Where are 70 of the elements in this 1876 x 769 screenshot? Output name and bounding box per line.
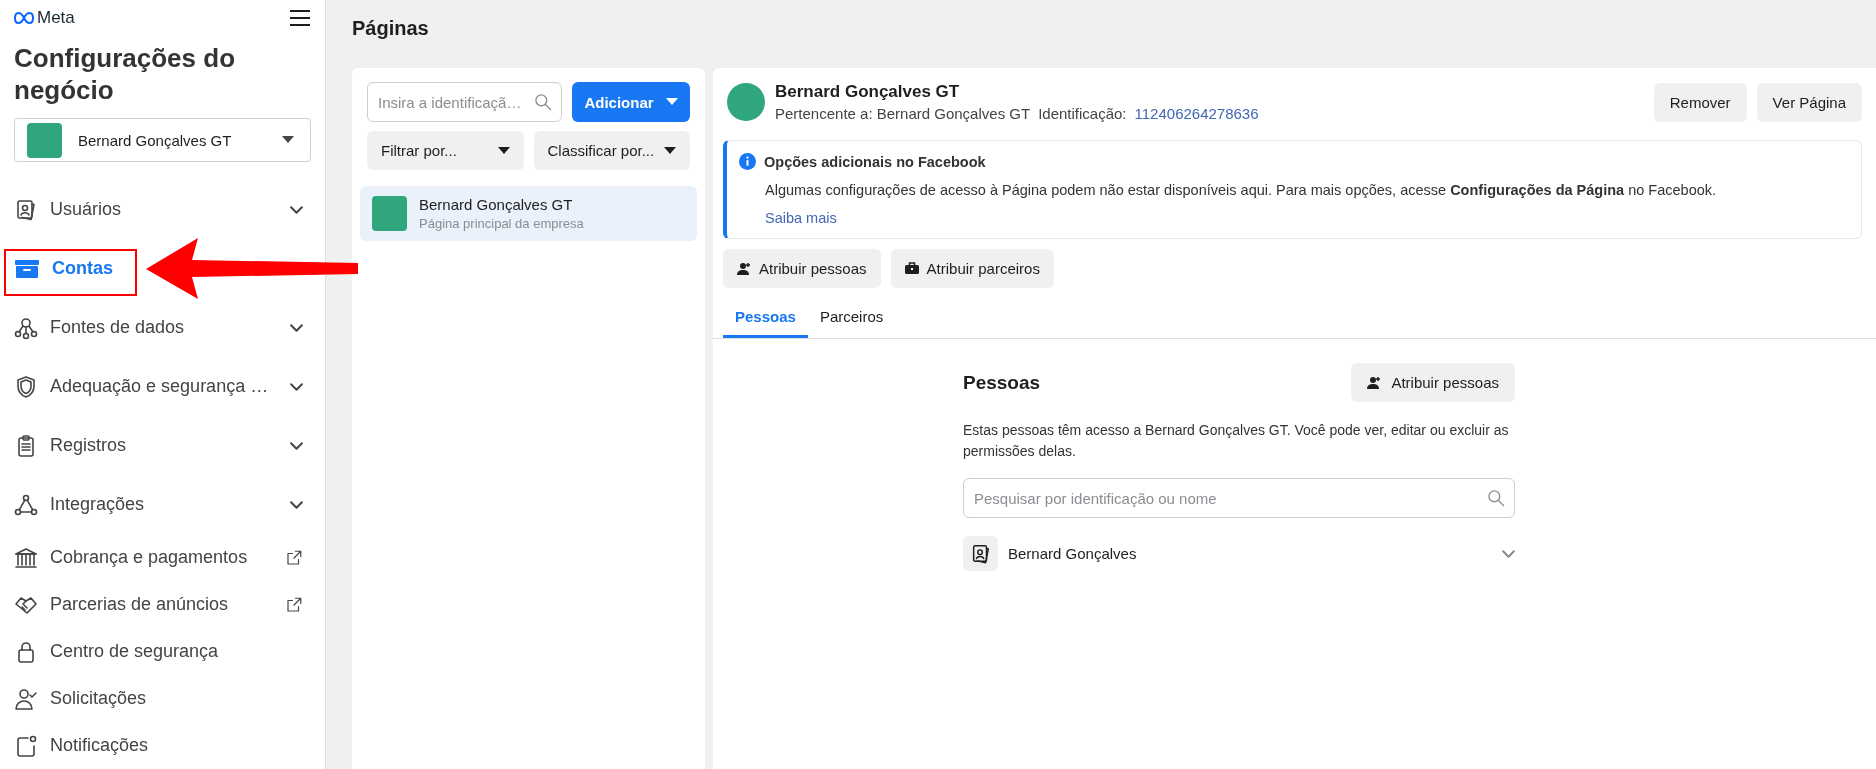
briefcase-icon [904, 262, 919, 275]
filter-dropdown[interactable]: Filtrar por... [367, 131, 524, 170]
page-name: Bernard Gonçalves GT [775, 82, 961, 102]
section-heading: Pessoas [963, 371, 1041, 394]
sort-dropdown[interactable]: Classificar por... [533, 131, 690, 170]
id-label: Identificação: [1038, 105, 1127, 122]
person-row[interactable]: Bernard Gonçalves [963, 536, 1515, 571]
page-heading: Configurações do negócio [14, 42, 236, 106]
id-link[interactable]: 112406264278636 [1134, 105, 1259, 122]
tab[interactable]: Parceiros [807, 296, 896, 338]
avatar-placeholder [372, 196, 407, 231]
header-button[interactable]: Remover [1653, 82, 1747, 122]
sidebar-item[interactable]: Solicitações [14, 675, 311, 722]
external-link-icon [285, 548, 303, 567]
sidebar-item[interactable]: Notificações [14, 722, 311, 769]
sidebar-item[interactable]: Registros [14, 416, 311, 475]
page-list-item[interactable]: Bernard Gonçalves GT Página principal da empresa [360, 186, 697, 241]
triangle-nodes-icon [14, 492, 38, 517]
learn-more-link[interactable]: Saiba mais [765, 210, 837, 226]
chevron-down-icon [290, 382, 303, 391]
nodes-icon [14, 315, 38, 340]
assign-button[interactable]: Atribuir pessoas [723, 249, 881, 288]
person-check-icon [14, 686, 38, 711]
caret-icon [282, 136, 294, 144]
shield-icon [14, 374, 38, 399]
id-card-icon [14, 197, 38, 222]
sidebar-item[interactable]: Cobrança e pagamentos [14, 534, 311, 581]
notification-square-icon [14, 733, 38, 758]
chevron-down-icon [290, 441, 303, 450]
info-icon [739, 153, 756, 170]
search-icon [533, 92, 553, 112]
section-description: Estas pessoas têm acesso a Bernard Gonçalves GT. Você pode ver, editar ou excluir as permissões delas. [963, 421, 1510, 461]
notice-title: Opções adicionais no Facebook [764, 153, 986, 170]
caret-icon [664, 146, 676, 155]
sidebar-item[interactable]: Fontes de dados [14, 298, 311, 357]
menu-icon[interactable] [289, 9, 311, 27]
tab[interactable]: Pessoas [723, 296, 808, 338]
notice-text: Algumas configurações de acesso à Página podem não estar disponíveis aqui. Para mais opções, acesse Configurações da Página no Facebook. [765, 182, 1718, 198]
header-button[interactable]: Ver Página [1756, 82, 1862, 122]
sidebar-item[interactable]: Usuários [14, 180, 311, 239]
bank-icon [14, 545, 38, 570]
search-icon [1486, 488, 1506, 508]
chevron-down-icon [1502, 549, 1515, 558]
external-link-icon [285, 595, 303, 614]
avatar-placeholder [727, 83, 765, 121]
chevron-down-icon [290, 500, 303, 509]
person-add-icon [737, 261, 751, 276]
sidebar-item[interactable]: Integrações [14, 475, 311, 534]
search-field[interactable]: Insira a identificaçã… [367, 82, 562, 122]
business-selector[interactable]: Bernard Gonçalves GT [14, 118, 311, 162]
brand-name: Meta [37, 8, 75, 28]
page-subtitle: Página principal da empresa [419, 216, 584, 231]
page-title: Páginas [352, 16, 430, 41]
assign-button[interactable]: Atribuir parceiros [890, 249, 1054, 288]
chevron-down-icon [290, 323, 303, 332]
owner-text: Pertencente a: Bernard Gonçalves GT [775, 105, 1031, 122]
sidebar-item[interactable]: Parcerias de anúncios [14, 581, 311, 628]
caret-icon [497, 146, 510, 155]
page-name: Bernard Gonçalves GT [419, 196, 574, 213]
caret-icon [665, 98, 678, 106]
add-button[interactable]: Adicionar [572, 82, 690, 122]
infinity-logo-icon [14, 12, 34, 24]
avatar-placeholder [27, 122, 62, 158]
search-field[interactable]: Pesquisar por identificação ou nome [963, 478, 1515, 518]
sidebar-item[interactable]: Adequação e segurança … [14, 357, 311, 416]
sidebar-item[interactable]: Contas [14, 239, 311, 298]
chevron-down-icon [290, 205, 303, 214]
sidebar-item[interactable]: Centro de segurança [14, 628, 311, 675]
assign-people-button[interactable]: Atribuir pessoas [1351, 363, 1515, 402]
person-add-icon [1367, 375, 1382, 390]
